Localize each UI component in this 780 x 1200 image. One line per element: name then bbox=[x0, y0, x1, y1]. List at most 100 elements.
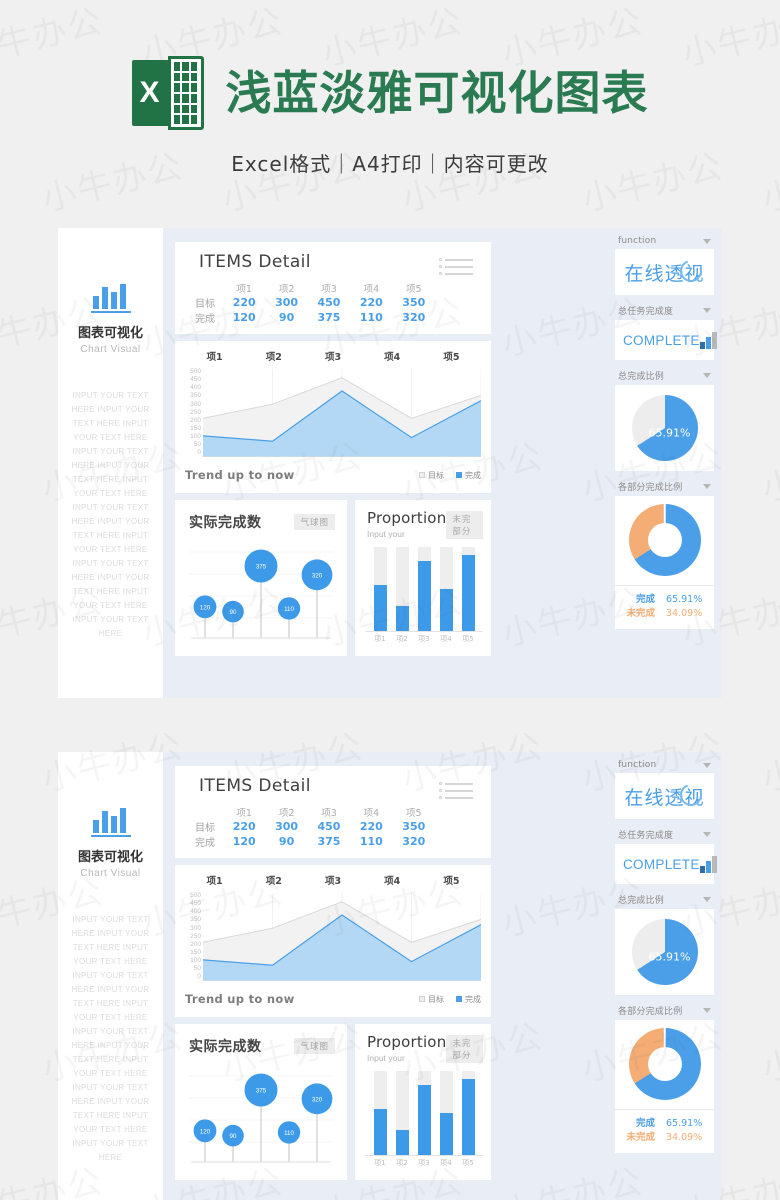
complete-box[interactable]: COMPLETE bbox=[615, 844, 717, 884]
balloon-chart-plot: 120 90 375 110 320 bbox=[185, 1058, 337, 1176]
chevron-down-icon[interactable] bbox=[703, 1008, 711, 1013]
col-header: 项5 bbox=[406, 808, 422, 819]
chevron-down-icon[interactable] bbox=[703, 832, 711, 837]
y-tick: 450 bbox=[190, 900, 201, 908]
panel-label: 各部分完成比例 bbox=[618, 1007, 683, 1017]
list-icon[interactable] bbox=[439, 779, 473, 801]
y-axis-ticks: 500 450 400 350 300 250 200 150 100 50 0 bbox=[179, 368, 201, 457]
complete-box[interactable]: COMPLETE bbox=[615, 320, 717, 360]
pie-chart: 65.91% bbox=[631, 919, 698, 985]
y-tick: 250 bbox=[190, 932, 201, 940]
col-header: 项2 bbox=[278, 284, 295, 295]
proportion-plot: 项1 项2 项3 项4 项5 bbox=[365, 1071, 483, 1171]
bar-chart-icon bbox=[90, 283, 131, 313]
category-label: 项1 bbox=[206, 352, 223, 363]
sidebar: 图表可视化 Chart Visual INPUT YOUR TEXT HERE … bbox=[58, 752, 163, 1200]
col-header: 项3 bbox=[321, 284, 337, 295]
pivot-box[interactable]: 在线透视 bbox=[615, 249, 714, 295]
x-tick: 项5 bbox=[462, 635, 474, 643]
items-detail-title: ITEMS Detail bbox=[199, 252, 311, 272]
area-chart-card: 项1 项2 项3 项4 项5 500 450 400 350 300 250 200 150 1… bbox=[175, 341, 491, 493]
pie-chart-box: 65.91% bbox=[615, 385, 714, 471]
sidebar-subtitle: Chart Visual bbox=[80, 868, 141, 879]
proportion-bar bbox=[395, 1071, 409, 1155]
chevron-down-icon[interactable] bbox=[703, 762, 711, 768]
donut-chart-box: 完成 65.91% 未完成 34.09% bbox=[615, 496, 714, 629]
row-label: 完成 bbox=[195, 838, 215, 849]
list-icon[interactable] bbox=[439, 255, 473, 277]
right-panel-column: function 在线透视 总任务完成度 COMPLETE 总完成比例 65.9… bbox=[609, 752, 722, 1200]
chevron-down-icon[interactable] bbox=[703, 308, 711, 313]
area-chart-plot bbox=[202, 893, 482, 982]
col-header: 项2 bbox=[278, 808, 295, 819]
pie-value-label: 65.91% bbox=[648, 950, 691, 964]
proportion-chart-card: Proportion Input your 未完部分 项1 项2 项3 项4 项5 bbox=[355, 1024, 491, 1180]
cell-value: 120 bbox=[232, 835, 256, 848]
area-chart-legend: 目标 完成 bbox=[419, 994, 481, 1005]
proportion-bar bbox=[373, 1071, 387, 1155]
category-label: 项4 bbox=[384, 352, 401, 363]
balloon-chart-tag: 气球图 bbox=[294, 514, 335, 530]
dashboard-preview-1: 图表可视化 Chart Visual INPUT YOUR TEXT HERE … bbox=[58, 228, 722, 698]
panel-label: 总任务完成度 bbox=[618, 831, 674, 841]
cell-value: 350 bbox=[402, 820, 426, 833]
col-header: 项1 bbox=[236, 284, 252, 295]
col-header: 项5 bbox=[406, 284, 422, 295]
svg-text:320: 320 bbox=[312, 1096, 323, 1103]
sidebar: 图表可视化 Chart Visual INPUT YOUR TEXT HERE … bbox=[58, 228, 163, 698]
panel-function: function 在线透视 bbox=[615, 236, 714, 295]
cell-value: 220 bbox=[232, 820, 256, 833]
x-tick: 项5 bbox=[462, 1159, 474, 1167]
x-tick: 项1 bbox=[374, 635, 386, 643]
pivot-box[interactable]: 在线透视 bbox=[615, 773, 714, 819]
area-chart-categories: 项1 项2 项3 项4 项5 bbox=[175, 865, 491, 887]
legend-item-target: 目标 bbox=[419, 470, 444, 481]
area-chart-plot bbox=[202, 369, 482, 458]
cell-value: 220 bbox=[359, 296, 383, 309]
x-tick: 项4 bbox=[440, 1159, 452, 1167]
proportion-bar bbox=[395, 547, 409, 631]
pie-chart: 65.91% bbox=[631, 395, 698, 461]
category-label: 项2 bbox=[265, 352, 282, 363]
proportion-title: Proportion bbox=[367, 509, 447, 527]
y-tick: 0 bbox=[197, 973, 201, 981]
x-tick: 项3 bbox=[418, 635, 430, 643]
legend-item-complete: 完成 bbox=[456, 994, 481, 1005]
category-label: 项2 bbox=[265, 876, 282, 887]
row-label: 目标 bbox=[195, 823, 215, 834]
sidebar-subtitle: Chart Visual bbox=[80, 344, 141, 355]
items-detail-card: ITEMS Detail 项1 项2 项3 项4 项5 目标 220 300 4… bbox=[175, 766, 491, 858]
page-title: 浅蓝淡雅可视化图表 bbox=[225, 66, 649, 120]
row-label: 目标 bbox=[195, 299, 215, 310]
chevron-down-icon[interactable] bbox=[703, 484, 711, 489]
excel-logo-letter: X bbox=[139, 76, 160, 109]
chevron-down-icon[interactable] bbox=[703, 373, 711, 378]
table-row: 完成 120 90 375 110 320 bbox=[189, 834, 481, 849]
y-tick: 150 bbox=[190, 948, 201, 956]
svg-text:90: 90 bbox=[230, 1133, 237, 1140]
balloon-chart-title: 实际完成数 bbox=[189, 1039, 262, 1055]
page-header: X 浅蓝淡雅可视化图表 Excel格式｜A4打印｜内容可更改 bbox=[0, 0, 780, 177]
chevron-down-icon[interactable] bbox=[703, 897, 711, 902]
y-tick: 100 bbox=[190, 433, 201, 441]
sidebar-body-text: INPUT YOUR TEXT HERE INPUT YOUR TEXT HER… bbox=[71, 915, 150, 1162]
table-header-row: 项1 项2 项3 项4 项5 bbox=[189, 281, 481, 295]
y-tick: 500 bbox=[190, 892, 201, 899]
dashboard-canvas: ITEMS Detail 项1 项2 项3 项4 项5 目标 220 300 4… bbox=[163, 752, 722, 1200]
cell-value: 220 bbox=[359, 820, 383, 833]
y-tick: 300 bbox=[190, 400, 201, 408]
table-row: 目标 220 300 450 220 350 bbox=[189, 819, 481, 834]
pie-chart-box: 65.91% bbox=[615, 909, 714, 995]
category-label: 项4 bbox=[384, 876, 401, 887]
legend-item-complete: 完成 bbox=[456, 470, 481, 481]
proportion-bar bbox=[373, 547, 387, 631]
donut-chart bbox=[628, 1028, 701, 1100]
proportion-title: Proportion bbox=[367, 1033, 447, 1051]
chevron-down-icon[interactable] bbox=[703, 238, 711, 244]
col-header: 项1 bbox=[236, 808, 252, 819]
items-detail-card: ITEMS Detail 项1 项2 项3 项4 项5 目标 220 300 4… bbox=[175, 242, 491, 334]
x-tick: 项2 bbox=[396, 635, 408, 643]
y-axis-ticks: 500 450 400 350 300 250 200 150 100 50 0 bbox=[179, 892, 201, 981]
cell-value: 450 bbox=[317, 820, 341, 833]
pie-value-label: 65.91% bbox=[648, 426, 691, 440]
